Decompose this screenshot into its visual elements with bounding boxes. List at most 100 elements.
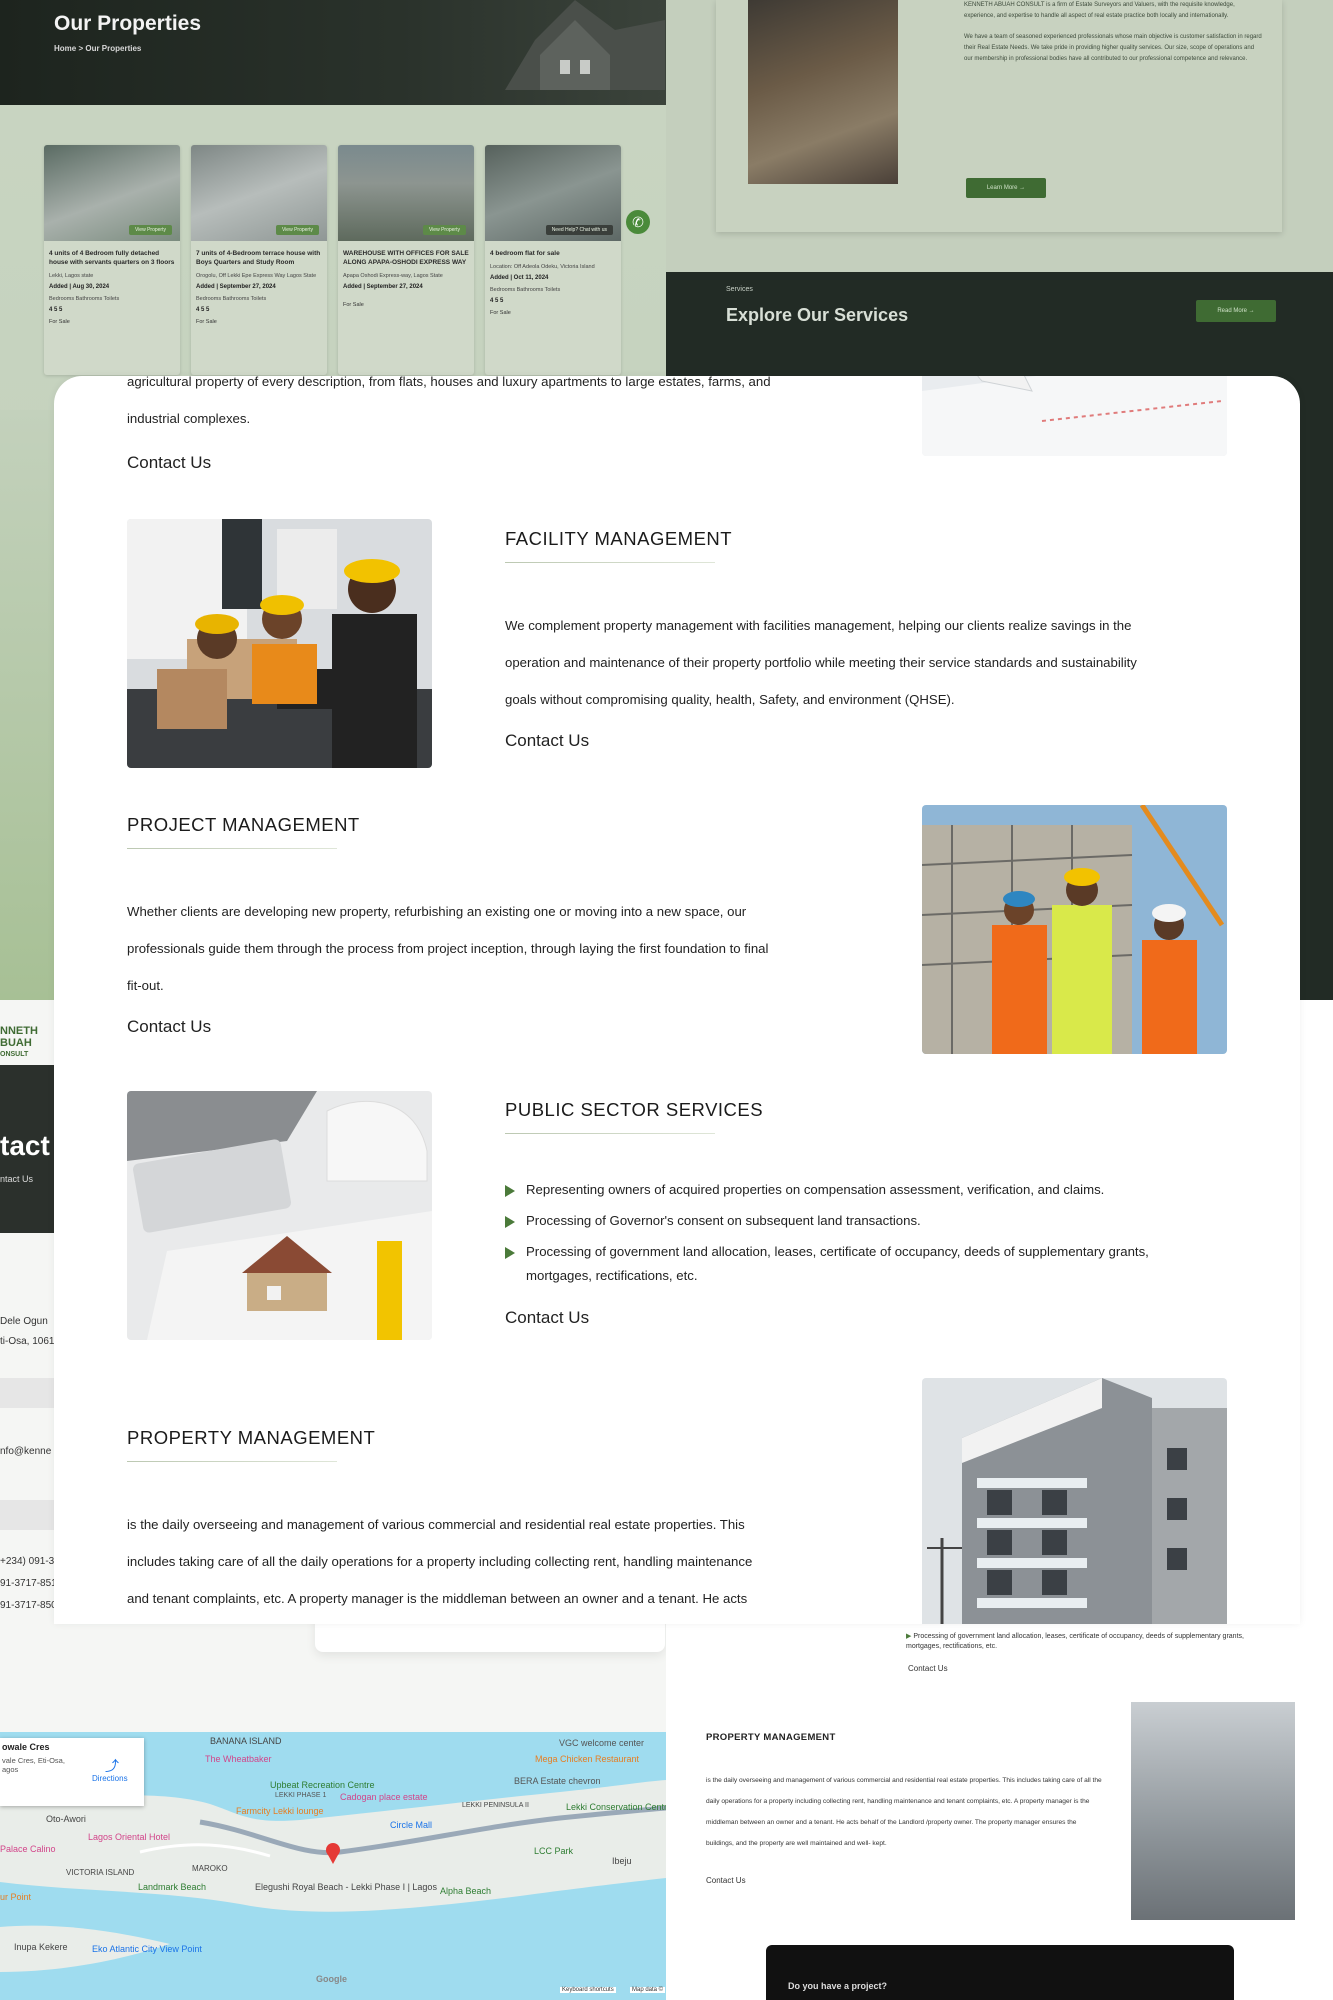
map-label: ur Point — [0, 1892, 32, 1902]
map-label: Ibeju — [612, 1856, 632, 1866]
facility-line-3: goals without compromising quality, heal… — [505, 692, 955, 707]
breadcrumb[interactable]: Home > Our Properties — [54, 44, 141, 53]
about-para-2: We have a team of seasoned experienced p… — [964, 34, 1262, 62]
property-title: 4 bedroom flat for sale — [490, 250, 560, 257]
map-label: VICTORIA ISLAND — [66, 1868, 135, 1877]
contact-link[interactable]: Contact Us — [706, 1876, 746, 1885]
property-line-3: and tenant complaints, etc. A property m… — [127, 1591, 748, 1606]
property-features-counts: 4 5 5 — [49, 307, 63, 313]
services-title: Explore Our Services — [726, 305, 909, 325]
project-line-2: professionals guide them through the pro… — [127, 941, 769, 956]
map-place-card[interactable]: owale Cres vale Cres, Eti-Osa, agos Dire… — [0, 1738, 144, 1806]
logo-line: ONSULT — [0, 1051, 29, 1058]
contact-link[interactable]: Contact Us — [908, 1664, 948, 1673]
bullet-arrow-icon — [505, 1185, 515, 1197]
intro-line-1: agricultural property of every descripti… — [127, 376, 771, 389]
map-label: Palace Calino — [0, 1844, 56, 1854]
about-text: KENNETH ABUAH CONSULT is a firm of Estat… — [964, 0, 1264, 65]
services-card: agricultural property of every descripti… — [54, 376, 1300, 1624]
divider-block — [0, 1500, 54, 1530]
map-label: Farmcity Lekki lounge — [236, 1806, 324, 1816]
house-silhouette — [505, 0, 665, 90]
helmet-blueprint-illustration — [922, 376, 1227, 456]
map-label: Eko Atlantic City View Point — [92, 1944, 202, 1954]
property-added: Added | September 27, 2024 — [196, 284, 276, 290]
project-line-3: fit-out. — [127, 978, 164, 993]
property-features-labels: Bedrooms Bathrooms Toilets — [196, 296, 267, 302]
keyboard-shortcuts-link[interactable]: Keyboard shortcuts — [560, 1987, 616, 1993]
bg-left-strip — [0, 410, 54, 1000]
property-added: Added | Oct 11, 2024 — [490, 275, 549, 281]
map-label: Lagos Oriental Hotel — [88, 1832, 171, 1842]
contact-hero-title: tact — [0, 1130, 50, 1161]
facility-management-heading: FACILITY MANAGEMENT — [505, 528, 733, 549]
property-features-labels: Bedrooms Bathrooms Toilets — [490, 287, 561, 293]
map-label: VGC welcome center — [559, 1738, 645, 1748]
map-label: BANANA ISLAND — [210, 1736, 282, 1746]
map-label: Landmark Beach — [138, 1882, 207, 1892]
property-features-labels: Bedrooms Bathrooms Toilets — [49, 296, 120, 302]
list-item-text: Processing of government land allocation… — [526, 1244, 1149, 1259]
property-card[interactable]: View Property 7 units of 4-Bedroom terra… — [191, 145, 327, 375]
learn-more-button[interactable]: Learn More → — [966, 178, 1046, 198]
bullet-arrow-icon — [505, 1247, 515, 1259]
logo-line: NNETH — [0, 1025, 38, 1037]
project-management-heading: PROJECT MANAGEMENT — [127, 814, 360, 835]
section-heading: PROPERTY MANAGEMENT — [706, 1732, 836, 1743]
building-photo — [1131, 1702, 1295, 1920]
list-item-text: mortgages, rectifications, etc. — [526, 1268, 698, 1283]
view-property-button[interactable]: View Property — [275, 225, 319, 235]
chat-help-button[interactable]: Need Help? Chat with us — [545, 225, 613, 235]
whatsapp-icon[interactable]: ✆ — [626, 210, 650, 234]
map-label: Alpha Beach — [440, 1886, 492, 1896]
contact-breadcrumb[interactable]: ntact Us — [0, 1174, 33, 1184]
helmet-blueprint-photo — [922, 376, 1227, 456]
property-location: Orogolu, Off Lekki Epe Express Way Lagos… — [196, 273, 317, 279]
property-location: Lekki, Lagos state — [49, 273, 94, 279]
property-features-counts: 4 5 5 — [196, 307, 210, 313]
logo[interactable]: NNETH BUAH ONSULT — [0, 1025, 54, 1061]
facility-team-illustration — [127, 519, 432, 768]
map-label: The Wheatbaker — [205, 1754, 272, 1764]
map[interactable]: owale Cres vale Cres, Eti-Osa, agos Dire… — [0, 1732, 666, 2000]
read-more-button[interactable]: Read More → — [1196, 300, 1276, 322]
map-data-link[interactable]: Map data © — [630, 1987, 666, 1993]
contact-us-link[interactable]: Contact Us — [127, 453, 211, 473]
project-line-1: Whether clients are developing new prope… — [127, 904, 747, 919]
property-card[interactable]: Need Help? Chat with us 4 bedroom flat f… — [485, 145, 621, 375]
property-added: Added | Aug 30, 2024 — [49, 284, 110, 290]
map-label: Lekki Conservation Centre — [566, 1802, 666, 1812]
address-line-1: Dele Ogun — [0, 1316, 48, 1327]
list-item-text: Representing owners of acquired properti… — [526, 1182, 1105, 1197]
bullet-copy: Processing of government land allocation… — [906, 1633, 1244, 1650]
view-property-button[interactable]: View Property — [422, 225, 466, 235]
project-contact-us-link[interactable]: Contact Us — [127, 1017, 211, 1037]
email-text[interactable]: nfo@kenne — [0, 1446, 51, 1457]
map-label: Upbeat Recreation Centre — [270, 1780, 375, 1790]
public-sector-contact-us-link[interactable]: Contact Us — [505, 1308, 589, 1328]
map-label: LCC Park — [534, 1846, 574, 1856]
address-line-2: ti-Osa, 1061 — [0, 1336, 55, 1347]
directions-icon[interactable]: ⤴ — [105, 1756, 119, 1776]
construction-workers-illustration — [922, 805, 1227, 1054]
property-title: 7 units of 4-Bedroom terrace house with … — [196, 250, 321, 266]
public-sector-heading: PUBLIC SECTOR SERVICES — [505, 1099, 764, 1120]
property-card[interactable]: View Property 4 units of 4 Bedroom fully… — [44, 145, 180, 375]
list-item: Representing owners of acquired properti… — [505, 1178, 1149, 1202]
property-status: For Sale — [490, 310, 511, 316]
about-para-1: KENNETH ABUAH CONSULT is a firm of Estat… — [964, 2, 1235, 19]
bullet-text: ▶ Processing of government land allocati… — [906, 1632, 1266, 1652]
heading-underline — [127, 848, 337, 849]
heading-underline — [505, 562, 715, 563]
facility-contact-us-link[interactable]: Contact Us — [505, 731, 589, 751]
property-card[interactable]: View Property WAREHOUSE WITH OFFICES FOR… — [338, 145, 474, 375]
phone-1[interactable]: +234) 091-37 — [0, 1556, 60, 1567]
phone-2[interactable]: 91-3717-8511 — [0, 1578, 62, 1589]
list-item-continued: mortgages, rectifications, etc. — [505, 1264, 1149, 1288]
property-status: For Sale — [196, 319, 217, 325]
map-label: LEKKI PENINSULA II — [462, 1802, 529, 1809]
phone-3[interactable]: 91-3717-8506 — [0, 1600, 62, 1611]
map-label: LEKKI PHASE 1 — [275, 1792, 327, 1799]
view-property-button[interactable]: View Property — [128, 225, 172, 235]
map-label: MAROKO — [192, 1864, 228, 1873]
